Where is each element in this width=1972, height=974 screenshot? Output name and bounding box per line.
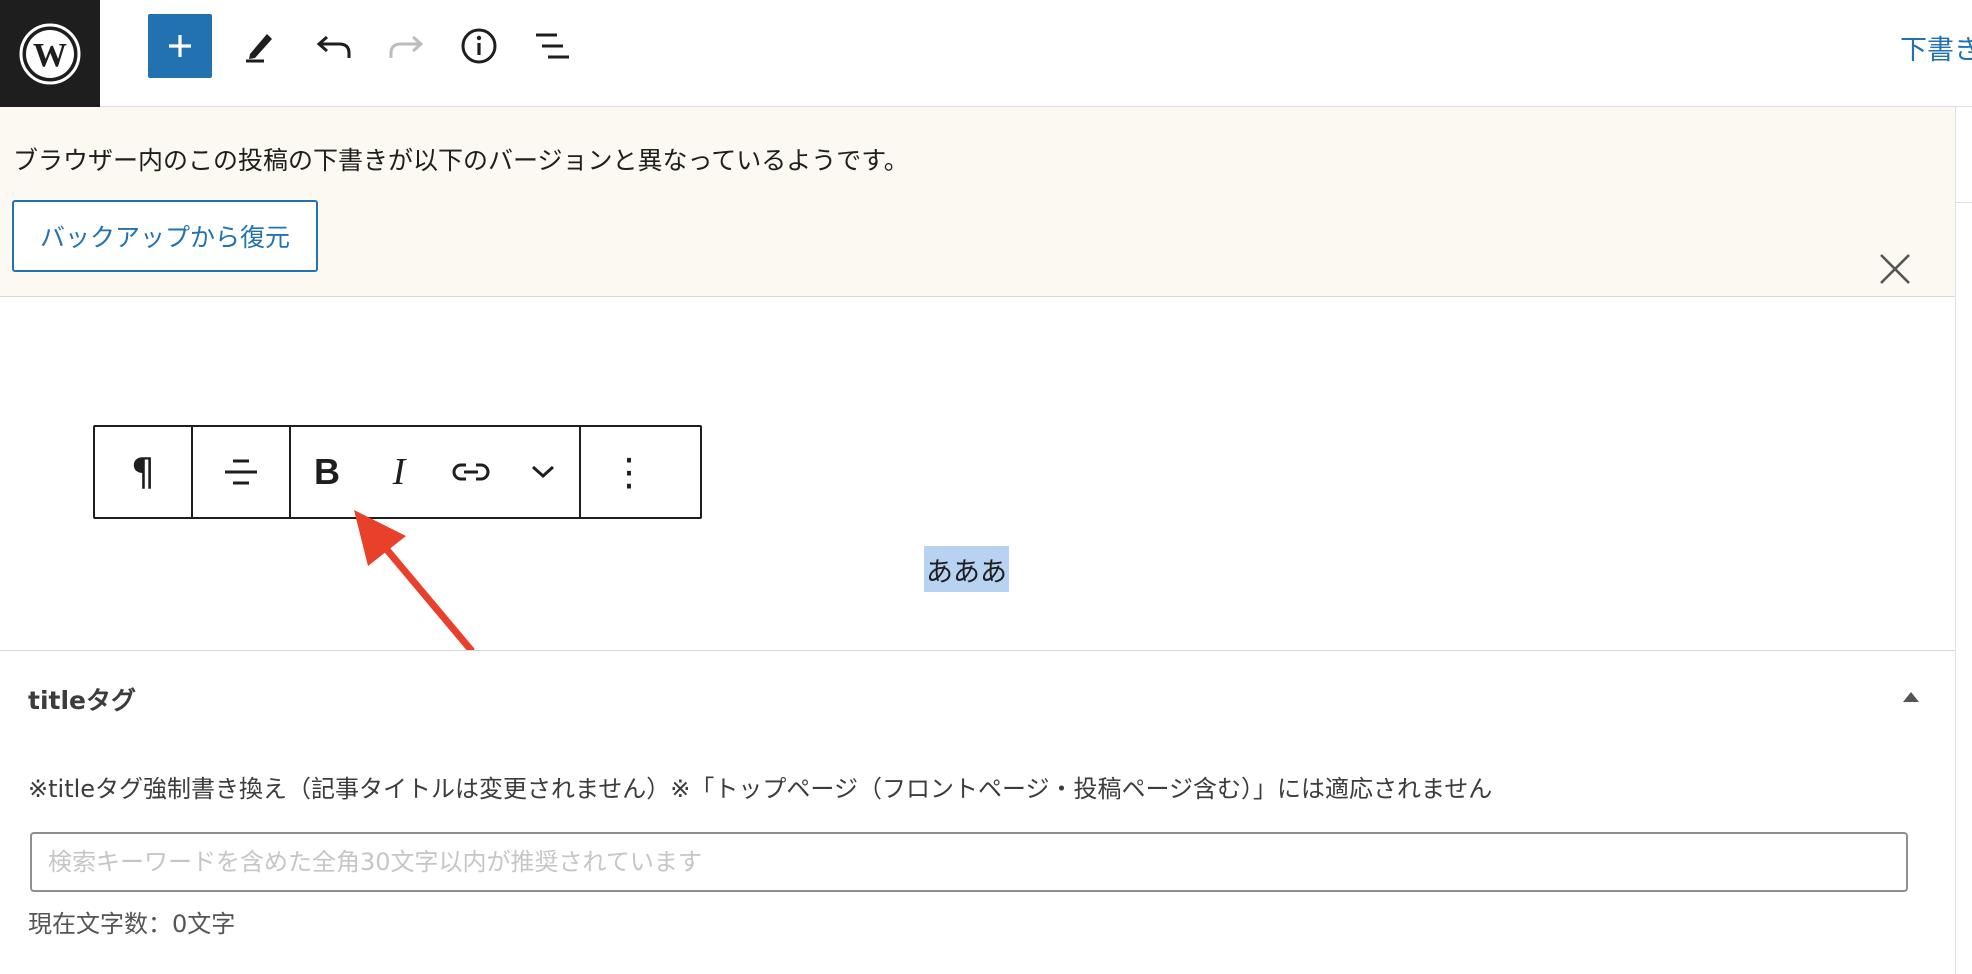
paragraph-block-button[interactable]: ¶ (95, 427, 191, 517)
undo-button[interactable] (302, 14, 366, 78)
char-count: 現在文字数：0文字 (28, 910, 236, 938)
pencil-icon (246, 34, 272, 63)
add-block-button[interactable] (148, 14, 212, 78)
redo-icon (389, 35, 424, 58)
annotation-arrow (354, 510, 475, 654)
block-options-button[interactable]: ⋮ (581, 427, 677, 517)
editor-header: W 下書き (0, 0, 1972, 107)
sidebar-edge (1955, 107, 1972, 974)
title-tag-metabox: titleタグ ※titleタグ強制書き換え（記事タイトルは変更されません）※「… (0, 650, 1955, 974)
list-view-icon (536, 33, 569, 59)
wordpress-logo-icon: W (19, 23, 81, 84)
tools-button[interactable] (228, 14, 292, 78)
align-button[interactable] (193, 427, 289, 517)
undo-icon (316, 35, 351, 58)
title-tag-input[interactable] (30, 832, 1908, 892)
wordpress-logo-button[interactable]: W (0, 0, 100, 107)
list-view-button[interactable] (520, 14, 584, 78)
metabox-title: titleタグ (28, 686, 136, 715)
autosave-notice: ブラウザー内のこの投稿の下書きが以下のバージョンと異なっているようです。 バック… (0, 107, 1955, 297)
close-icon (1880, 254, 1910, 284)
redo-button[interactable] (374, 14, 438, 78)
caret-up-icon (1903, 692, 1919, 702)
alignment-group (193, 427, 291, 517)
svg-text:W: W (33, 37, 67, 74)
align-center-icon (225, 459, 257, 485)
plus-icon (169, 35, 191, 57)
paragraph-block-text[interactable]: あああ (924, 546, 1009, 592)
block-type-group: ¶ (95, 427, 193, 517)
save-draft-button[interactable]: 下書き (1900, 28, 1972, 67)
notice-message: ブラウザー内のこの投稿の下書きが以下のバージョンと異なっているようです。 (13, 146, 909, 175)
notice-close-button[interactable] (1875, 249, 1915, 289)
chevron-down-icon (531, 465, 555, 479)
metabox-description: ※titleタグ強制書き換え（記事タイトルは変更されません）※「トップページ（フ… (28, 775, 1493, 803)
more-formats-button[interactable] (507, 427, 579, 517)
details-button[interactable] (447, 14, 511, 78)
info-icon (461, 28, 497, 64)
metabox-toggle-button[interactable] (1896, 687, 1926, 707)
link-icon (452, 463, 490, 481)
options-group: ⋮ (581, 427, 677, 517)
restore-backup-button[interactable]: バックアップから復元 (12, 200, 318, 272)
